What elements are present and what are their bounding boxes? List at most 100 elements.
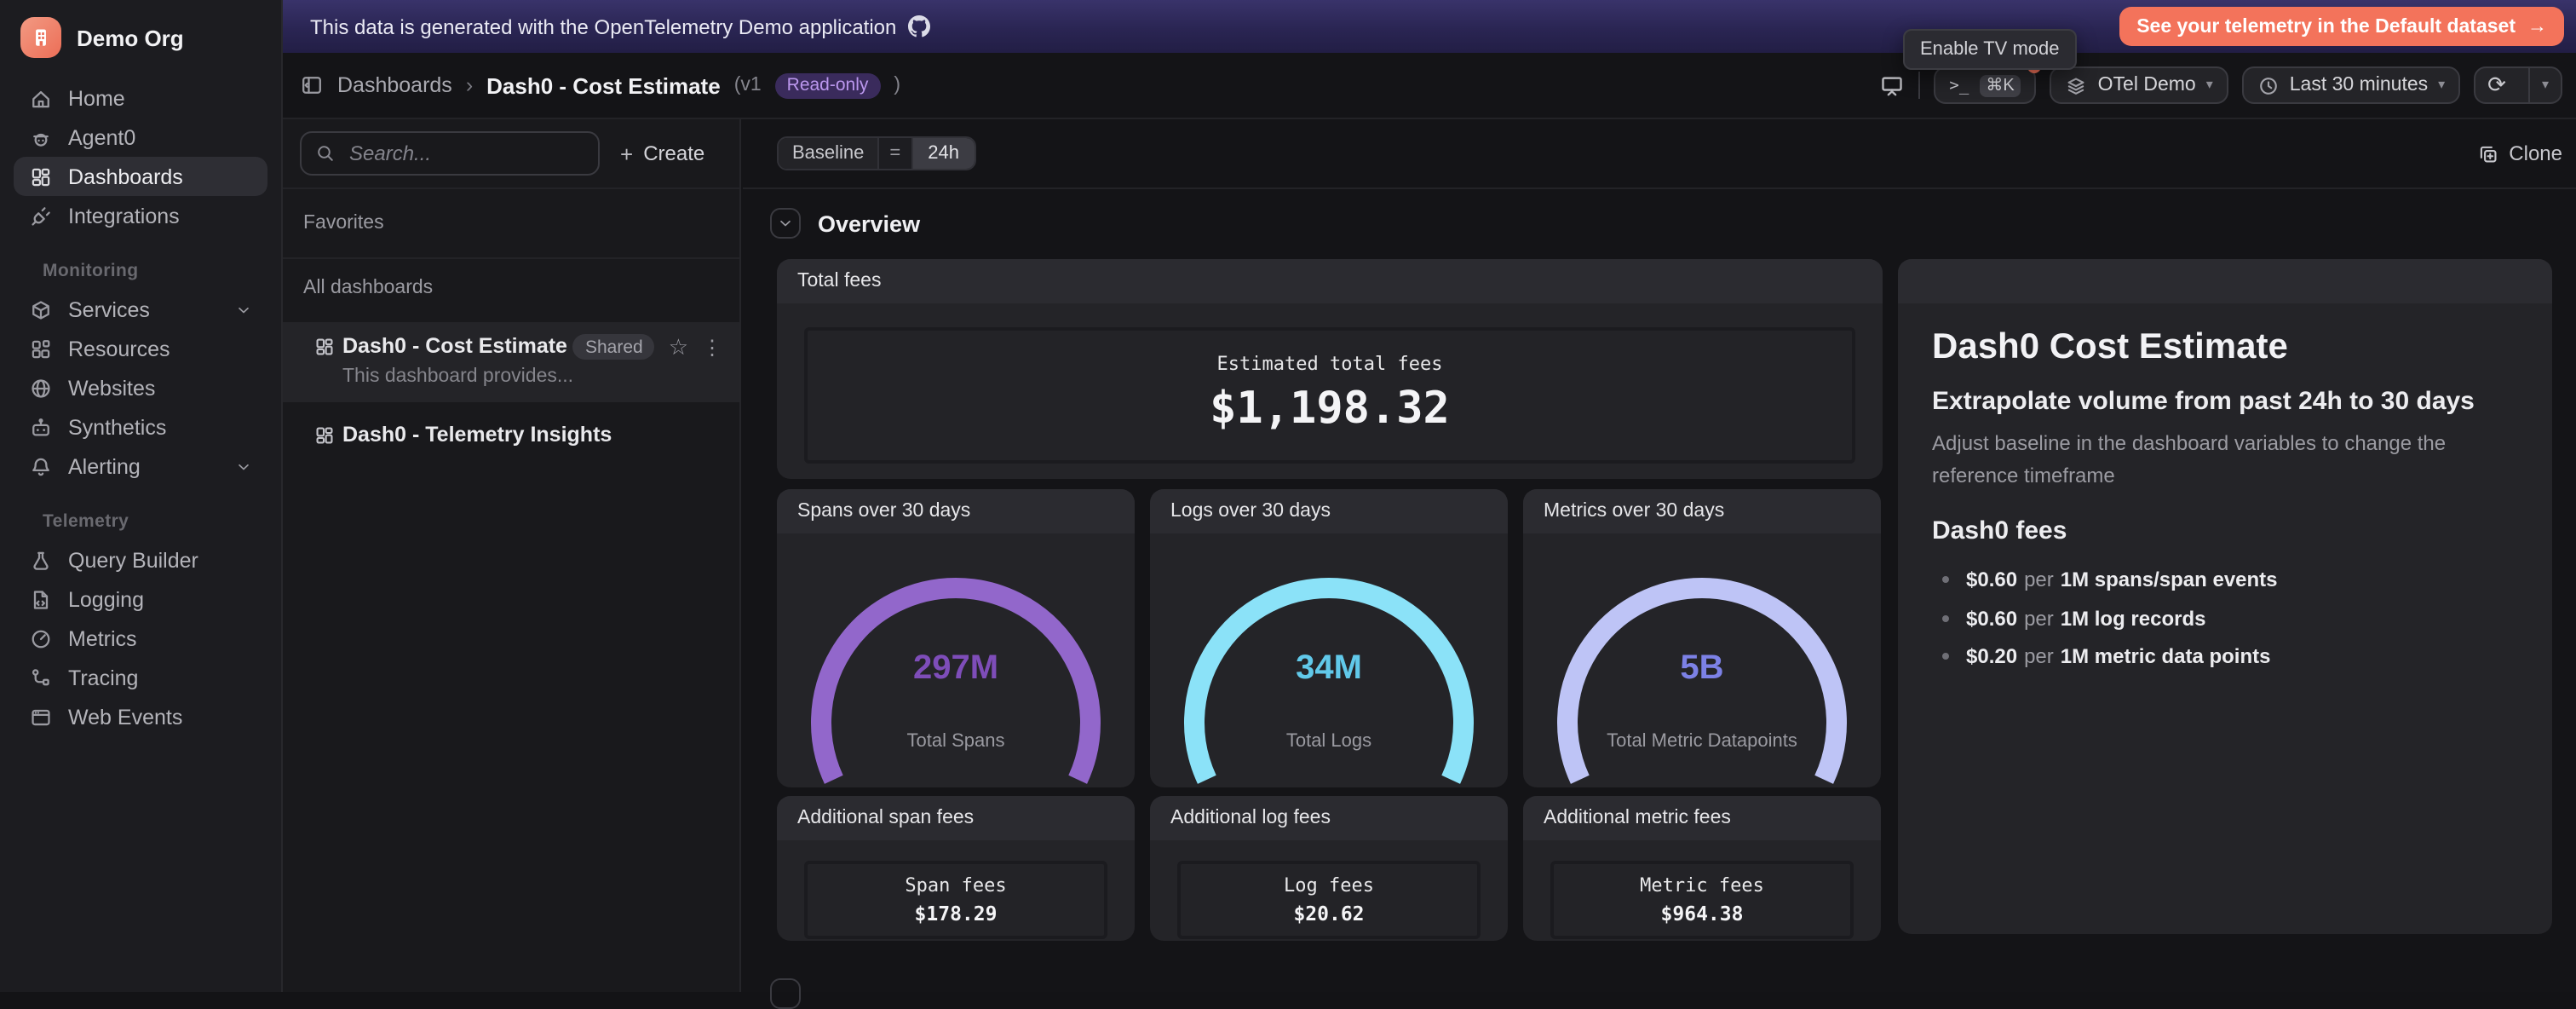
- sidebar-item-websites[interactable]: Websites: [14, 368, 267, 407]
- robot-icon: [29, 415, 53, 439]
- dashboard-list-item-telemetry-insights[interactable]: Dash0 - Telemetry Insights: [283, 412, 739, 460]
- dashboard-icon: [313, 336, 336, 358]
- markdown-paragraph: Adjust baseline in the dashboard variabl…: [1932, 428, 2518, 491]
- panel-title: Logs over 30 days: [1150, 489, 1508, 533]
- fee-list-item: $0.60 per 1M spans/span events: [1932, 561, 2518, 599]
- refresh-button[interactable]: ⟳: [2475, 68, 2518, 102]
- total-fees-stat: Estimated total fees $1,198.32: [804, 327, 1855, 464]
- fee-price: $0.60: [1966, 607, 2017, 631]
- dashboard-subtitle: This dashboard provides...: [342, 366, 573, 387]
- sidebar-item-metrics[interactable]: Metrics: [14, 619, 267, 658]
- gauge-icon: [29, 626, 53, 650]
- search-input[interactable]: [346, 140, 584, 167]
- panel-collapse-icon[interactable]: [300, 73, 324, 97]
- panel-cost-estimate-notes: Dash0 Cost Estimate Extrapolate volume f…: [1898, 259, 2552, 934]
- section-title: Overview: [818, 210, 920, 236]
- search-input-wrap: [300, 131, 600, 176]
- flask-icon: [29, 548, 53, 572]
- all-dashboards-heading: All dashboards: [303, 278, 433, 298]
- sidebar-section-telemetry: Telemetry: [14, 486, 267, 540]
- blocks-icon: [29, 337, 53, 360]
- favorite-star-icon[interactable]: ☆: [669, 336, 688, 358]
- tv-mode-tooltip: Enable TV mode: [1903, 29, 2077, 70]
- panel-title: Additional span fees: [777, 796, 1135, 840]
- divider: [283, 257, 739, 259]
- github-icon[interactable]: [908, 15, 930, 37]
- sidebar-item-label: Services: [68, 297, 150, 321]
- collapse-section-button[interactable]: [770, 978, 801, 1009]
- sidebar-item-dashboards[interactable]: Dashboards: [14, 157, 267, 196]
- browser-icon: [29, 705, 53, 729]
- dashboards-icon: [29, 164, 53, 188]
- demo-banner: This data is generated with the OpenTele…: [283, 0, 2576, 53]
- org-logo: [20, 17, 61, 58]
- create-label: Create: [643, 141, 704, 165]
- search-row: + Create: [300, 131, 729, 176]
- sidebar: Demo Org Home Agent0: [0, 0, 283, 992]
- baseline-variable-chip[interactable]: Baseline = 24h: [777, 136, 976, 170]
- favorites-heading: Favorites: [303, 213, 384, 234]
- panel-title: Additional metric fees: [1523, 796, 1881, 840]
- panel-body: Span fees $178.29: [777, 840, 1135, 941]
- panel-logs-gauge: Logs over 30 days 34M Total Logs: [1150, 489, 1508, 787]
- panel-body: 297M Total Spans: [777, 533, 1135, 787]
- breadcrumb-root[interactable]: Dashboards: [337, 73, 452, 97]
- sidebar-item-tracing[interactable]: Tracing: [14, 658, 267, 697]
- bullet-dot: [1942, 653, 1949, 660]
- sidebar-item-label: Dashboards: [68, 164, 183, 188]
- org-switcher[interactable]: Demo Org: [0, 0, 281, 65]
- sidebar-item-logging[interactable]: Logging: [14, 579, 267, 619]
- dataset-select[interactable]: OTel Demo ▾: [2050, 66, 2228, 104]
- tv-mode-icon[interactable]: [1879, 72, 1905, 98]
- markdown-subtitle: Extrapolate volume from past 24h to 30 d…: [1932, 387, 2518, 416]
- sidebar-item-integrations[interactable]: Integrations: [14, 196, 267, 235]
- sidebar-item-label: Home: [68, 86, 125, 110]
- see-telemetry-button[interactable]: See your telemetry in the Default datase…: [2119, 7, 2564, 46]
- dashboard-list-item-cost-estimate[interactable]: Dash0 - Cost Estimate Shared ☆ ⋮ This da…: [283, 322, 739, 402]
- sidebar-item-query-builder[interactable]: Query Builder: [14, 540, 267, 579]
- sidebar-item-web-events[interactable]: Web Events: [14, 697, 267, 736]
- fees-heading: Dash0 fees: [1932, 516, 2518, 545]
- panel-body: 34M Total Logs: [1150, 533, 1508, 787]
- shortcut-badge: ⌘K: [1979, 74, 2021, 96]
- dashboard-canvas: Baseline = 24h Clone Overview Total fees: [743, 119, 2576, 992]
- sidebar-item-synthetics[interactable]: Synthetics: [14, 407, 267, 447]
- cta-label: See your telemetry in the Default datase…: [2136, 16, 2516, 37]
- sidebar-item-label: Metrics: [68, 626, 137, 650]
- create-dashboard-button[interactable]: + Create: [620, 141, 704, 166]
- caret-down-icon: ▾: [2542, 78, 2549, 92]
- fee-unit: 1M spans/span events: [2061, 568, 2278, 592]
- stat-value: $178.29: [808, 902, 1104, 925]
- overview-section-header: Overview: [770, 208, 920, 239]
- collapse-section-button[interactable]: [770, 208, 801, 239]
- panel-additional-log-fees: Additional log fees Log fees $20.62: [1150, 796, 1508, 941]
- org-name: Demo Org: [77, 25, 184, 50]
- sidebar-item-services[interactable]: Services: [14, 290, 267, 329]
- sidebar-item-alerting[interactable]: Alerting: [14, 447, 267, 486]
- home-icon: [29, 86, 53, 110]
- time-range-select[interactable]: Last 30 minutes ▾: [2242, 66, 2460, 104]
- gauge-value: 5B: [1680, 649, 1723, 686]
- sidebar-item-label: Query Builder: [68, 548, 198, 572]
- layers-icon: [2066, 74, 2088, 96]
- sidebar-item-agent0[interactable]: Agent0: [14, 118, 267, 157]
- sidebar-item-label: Logging: [68, 587, 144, 611]
- breadcrumb-separator: ›: [466, 73, 473, 97]
- readonly-badge: Read-only: [775, 72, 881, 98]
- command-palette-button[interactable]: >_ ⌘K: [1934, 66, 2036, 104]
- clone-label: Clone: [2509, 141, 2562, 165]
- tooltip-label: Enable TV mode: [1920, 39, 2060, 60]
- clone-button[interactable]: Clone: [2476, 136, 2562, 170]
- refresh-menu-button[interactable]: ▾: [2528, 68, 2561, 102]
- sidebar-item-home[interactable]: Home: [14, 78, 267, 118]
- plug-icon: [29, 204, 53, 228]
- sidebar-item-label: Tracing: [68, 666, 138, 689]
- sidebar-item-resources[interactable]: Resources: [14, 329, 267, 368]
- gauge-value: 34M: [1296, 649, 1362, 686]
- variable-operator: =: [877, 138, 912, 169]
- panel-title: Spans over 30 days: [777, 489, 1135, 533]
- fee-list-item: $0.20 per 1M metric data points: [1932, 637, 2518, 676]
- kebab-menu-icon[interactable]: ⋮: [702, 337, 722, 357]
- fee-price: $0.60: [1966, 568, 2017, 592]
- globe-icon: [29, 376, 53, 400]
